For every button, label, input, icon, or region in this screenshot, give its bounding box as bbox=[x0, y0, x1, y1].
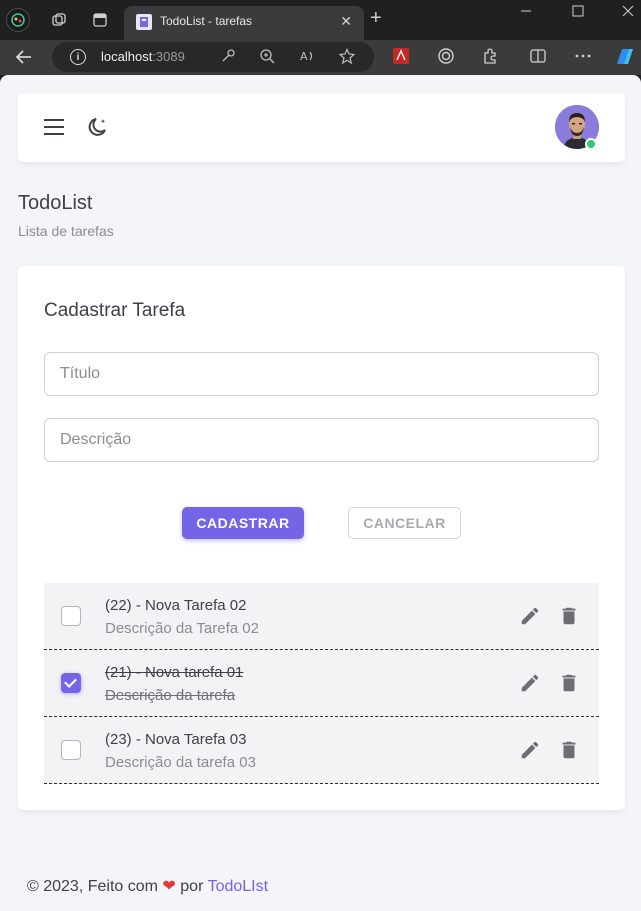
task-title: (21) - Nova tarefa 01 bbox=[105, 664, 244, 681]
task-title: (22) - Nova Tarefa 02 bbox=[105, 597, 247, 614]
delete-trash-icon[interactable] bbox=[558, 739, 580, 766]
heart-icon: ❤ bbox=[162, 878, 176, 895]
site-info-icon[interactable]: i bbox=[70, 49, 86, 65]
address-text: localhost:3089 bbox=[101, 49, 185, 64]
zoom-icon[interactable] bbox=[259, 48, 275, 69]
tab-actions-icon[interactable] bbox=[90, 10, 110, 30]
footer-text: © 2023, Feito com bbox=[27, 878, 158, 895]
delete-trash-icon[interactable] bbox=[558, 605, 580, 632]
footer-by: por bbox=[180, 878, 204, 895]
page-title: TodoList bbox=[18, 192, 93, 214]
back-arrow-icon[interactable] bbox=[14, 47, 34, 72]
register-button[interactable]: CADASTRAR bbox=[182, 507, 304, 539]
footer-link[interactable]: TodoLIst bbox=[208, 878, 268, 895]
cancel-button[interactable]: CANCELAR bbox=[348, 507, 461, 539]
task-item: (22) - Nova Tarefa 02 Descrição da Taref… bbox=[44, 583, 599, 650]
browser-toolbar: i localhost:3089 A bbox=[0, 40, 641, 75]
page-footer: © 2023, Feito com ❤ por TodoLIst bbox=[27, 876, 268, 896]
new-tab-button[interactable]: + bbox=[370, 8, 382, 28]
task-title: (23) - Nova Tarefa 03 bbox=[105, 731, 247, 748]
task-item: (21) - Nova tarefa 01 Descrição da taref… bbox=[44, 650, 599, 717]
tab-close-icon[interactable]: ✕ bbox=[340, 13, 352, 30]
page-viewport: TodoList Lista de tarefas Cadastrar Tare… bbox=[0, 75, 641, 911]
task-description: Descrição da tarefa 03 bbox=[105, 754, 256, 771]
address-bar[interactable]: i localhost:3089 A bbox=[52, 42, 374, 72]
svg-text:A: A bbox=[300, 50, 308, 63]
page-subtitle: Lista de tarefas bbox=[18, 223, 114, 239]
extension-target-icon[interactable] bbox=[437, 47, 455, 70]
more-options-icon[interactable] bbox=[574, 47, 592, 70]
task-description: Descrição da Tarefa 02 bbox=[105, 620, 259, 637]
copilot-icon[interactable] bbox=[612, 44, 638, 75]
form-title: Cadastrar Tarefa bbox=[44, 300, 186, 321]
edit-pencil-icon[interactable] bbox=[519, 605, 541, 632]
browser-profile-icon[interactable] bbox=[6, 8, 30, 32]
maximize-icon[interactable] bbox=[572, 4, 584, 20]
task-card: Cadastrar Tarefa CADASTRAR CANCELAR (22)… bbox=[18, 266, 625, 810]
dark-mode-moon-icon[interactable] bbox=[86, 115, 110, 144]
tab-title: TodoList - tarefas bbox=[160, 14, 253, 28]
app-header bbox=[18, 93, 625, 162]
address-host: localhost bbox=[101, 49, 153, 64]
edit-pencil-icon[interactable] bbox=[519, 739, 541, 766]
description-input[interactable] bbox=[44, 418, 599, 462]
hamburger-menu-icon[interactable] bbox=[44, 118, 64, 136]
address-port: :3089 bbox=[152, 49, 185, 64]
task-list: (22) - Nova Tarefa 02 Descrição da Taref… bbox=[44, 583, 599, 784]
task-item: (23) - Nova Tarefa 03 Descrição da taref… bbox=[44, 717, 599, 784]
read-aloud-icon[interactable]: A bbox=[299, 48, 315, 69]
task-description: Descrição da tarefa bbox=[105, 687, 236, 704]
close-window-icon[interactable] bbox=[622, 4, 634, 20]
favorite-star-icon[interactable] bbox=[338, 48, 356, 69]
task-checkbox[interactable] bbox=[61, 740, 81, 760]
split-screen-icon[interactable] bbox=[529, 47, 547, 70]
task-checkbox[interactable] bbox=[61, 673, 81, 693]
key-icon[interactable] bbox=[220, 48, 236, 69]
browser-tab-bar: TodoList - tarefas ✕ + bbox=[0, 0, 641, 40]
browser-tab-active[interactable]: TodoList - tarefas ✕ bbox=[124, 6, 364, 40]
edit-pencil-icon[interactable] bbox=[519, 672, 541, 699]
delete-trash-icon[interactable] bbox=[558, 672, 580, 699]
minimize-icon[interactable] bbox=[520, 4, 532, 20]
extensions-puzzle-icon[interactable] bbox=[481, 47, 499, 70]
pdf-extension-icon[interactable] bbox=[392, 47, 410, 70]
title-input[interactable] bbox=[44, 352, 599, 396]
task-checkbox[interactable] bbox=[61, 606, 81, 626]
online-status-indicator bbox=[585, 138, 597, 150]
favicon-icon bbox=[136, 14, 152, 30]
workspaces-icon[interactable] bbox=[49, 10, 69, 30]
